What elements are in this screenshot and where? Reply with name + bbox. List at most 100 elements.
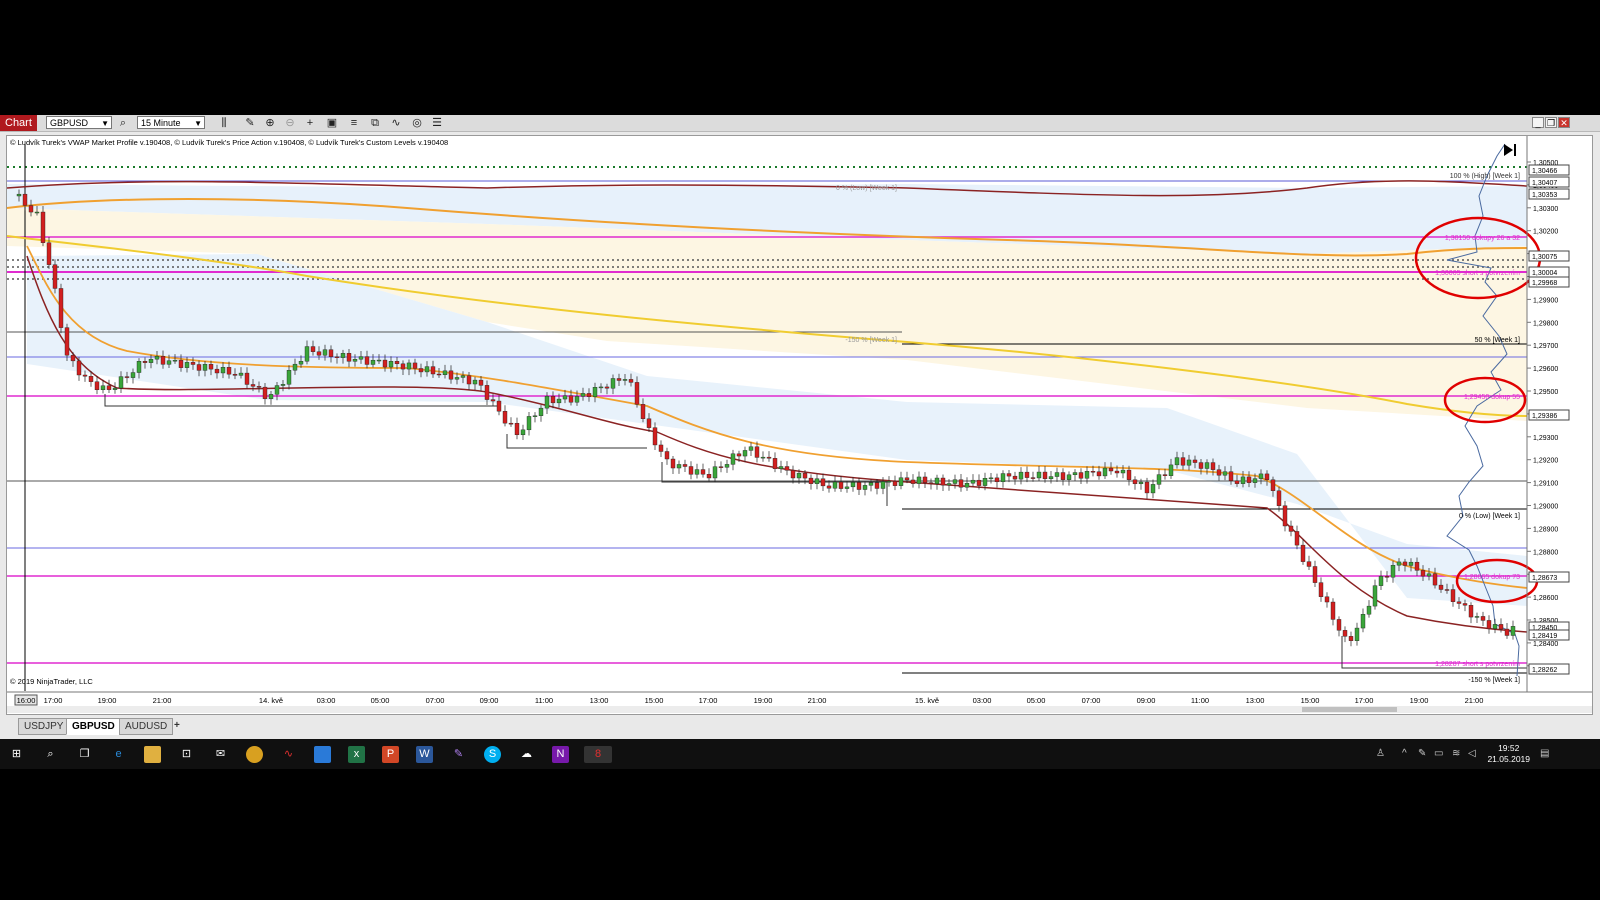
candlestick xyxy=(952,474,958,489)
wifi-icon[interactable]: ≋ xyxy=(1452,748,1460,759)
tray-chevron-icon[interactable]: ^ xyxy=(1402,748,1407,759)
price-tick-label: 1,29900 xyxy=(1533,297,1558,304)
scrollbar-thumb[interactable] xyxy=(1302,707,1397,712)
candlestick xyxy=(1354,622,1360,646)
mail-icon[interactable]: ✉ xyxy=(212,746,229,763)
candlestick xyxy=(1312,560,1318,587)
volume-icon[interactable]: ◁ xyxy=(1468,748,1476,759)
file-explorer-icon[interactable] xyxy=(144,746,161,763)
level-label-low-week: 0 % (Low) [Week 1] xyxy=(1459,513,1520,520)
candlestick xyxy=(940,474,946,492)
strategies-icon[interactable]: ⧉ xyxy=(368,116,382,130)
word-icon[interactable]: W xyxy=(416,746,433,763)
battery-icon[interactable]: ▭ xyxy=(1434,748,1443,759)
candlestick xyxy=(1024,466,1030,483)
people-icon[interactable]: ♙ xyxy=(1376,748,1385,759)
clock-time: 19:52 xyxy=(1498,743,1520,753)
restore-button[interactable]: ❐ xyxy=(1545,117,1557,128)
candlestick xyxy=(664,447,670,465)
candlestick xyxy=(1282,500,1288,532)
candlestick xyxy=(514,417,520,440)
candlestick xyxy=(1480,611,1486,626)
price-tick-label: 1,28400 xyxy=(1533,641,1558,648)
price-marker-label: 1,28419 xyxy=(1532,633,1557,640)
price-chart[interactable]: 100 % (High) [Week 1] 0 % (Low) [Week 1]… xyxy=(7,136,1592,714)
minimize-button[interactable]: _ xyxy=(1532,117,1544,128)
notifications-icon[interactable]: ▤ xyxy=(1540,748,1549,759)
refresh-icon[interactable]: ◎ xyxy=(410,116,424,130)
zoom-out-icon[interactable]: ⊖ xyxy=(283,116,297,130)
candlestick xyxy=(724,459,730,473)
draw-pencil-icon[interactable]: ✎ xyxy=(243,116,257,130)
price-tick-label: 1,28800 xyxy=(1533,549,1558,556)
add-tab-button[interactable]: + xyxy=(169,718,185,733)
time-axis-label: 19:00 xyxy=(1410,696,1429,705)
properties-icon[interactable]: ▣ xyxy=(325,116,339,130)
level-label-pink-low: 1,28665 dokup 73 xyxy=(1464,574,1520,581)
copyright-text: © 2019 NinjaTrader, LLC xyxy=(10,677,93,686)
indicators-icon[interactable]: ∿ xyxy=(389,116,403,130)
store-icon[interactable]: ⊡ xyxy=(178,746,195,763)
candlestick xyxy=(832,476,838,492)
skype-icon[interactable]: S xyxy=(484,746,501,763)
candlestick xyxy=(934,474,940,490)
level-label-pink-bottom: 1,28287 short s potvrzením xyxy=(1435,661,1520,668)
candlestick xyxy=(1072,469,1078,481)
bar-style-icon[interactable]: ⫼ xyxy=(217,116,231,130)
interval-value: 15 Minute xyxy=(141,118,181,128)
chart-panel[interactable]: 100 % (High) [Week 1] 0 % (Low) [Week 1]… xyxy=(6,135,1593,715)
candlestick xyxy=(706,468,712,482)
crosshair-icon[interactable]: + xyxy=(303,116,317,130)
candlestick xyxy=(1486,615,1492,634)
powerpoint-icon[interactable]: P xyxy=(382,746,399,763)
candlestick xyxy=(1018,467,1024,485)
task-view-icon[interactable]: ❐ xyxy=(76,746,93,763)
candlestick xyxy=(1468,602,1474,624)
time-axis-label: 07:00 xyxy=(1082,696,1101,705)
candlestick xyxy=(1078,468,1084,485)
pen-app-icon[interactable]: ✎ xyxy=(450,746,467,763)
candlestick xyxy=(1048,471,1054,484)
candlestick xyxy=(994,473,1000,488)
app-wave-icon[interactable]: ∿ xyxy=(280,746,297,763)
tab-usdjpy[interactable]: USDJPY xyxy=(18,718,70,735)
candlestick xyxy=(1294,525,1300,550)
tab-gbpusd[interactable]: GBPUSD xyxy=(66,718,121,735)
search-icon[interactable]: ⌕ xyxy=(116,116,130,130)
time-axis-label: 05:00 xyxy=(371,696,390,705)
list-icon[interactable]: ☰ xyxy=(430,116,444,130)
chart-title-tab[interactable]: Chart xyxy=(0,115,37,131)
instrument-selector[interactable]: GBPUSD ▼ xyxy=(46,116,112,129)
app-cloud-icon[interactable]: ☁ xyxy=(518,746,535,763)
price-marker-label: 1,30075 xyxy=(1532,254,1557,261)
time-axis-label: 11:00 xyxy=(535,696,553,705)
templates-icon[interactable]: ≡ xyxy=(347,116,361,130)
time-axis-label: 21:00 xyxy=(808,696,827,705)
close-button[interactable]: ✕ xyxy=(1558,117,1570,128)
price-marker-label: 1,28673 xyxy=(1532,575,1557,582)
time-axis-label: 15:00 xyxy=(645,696,664,705)
search-icon[interactable]: ⌕ xyxy=(42,746,59,763)
clock[interactable]: 19:52 21.05.2019 xyxy=(1487,743,1530,765)
pen-tray-icon[interactable]: ✎ xyxy=(1418,748,1426,759)
start-icon[interactable]: ⊞ xyxy=(8,746,25,763)
excel-icon[interactable]: x xyxy=(348,746,365,763)
scroll-to-end-icon[interactable] xyxy=(1504,144,1516,156)
candlestick xyxy=(778,460,784,473)
time-axis-label: 11:00 xyxy=(1191,696,1209,705)
chart-toolbar: Chart GBPUSD ▼ ⌕ 15 Minute ▼ ⫼ ✎ ⊕ ⊖ + ▣ ≡… xyxy=(0,115,1600,132)
time-axis-label: 17:00 xyxy=(1355,696,1374,705)
interval-selector[interactable]: 15 Minute ▼ xyxy=(137,116,205,129)
candlestick xyxy=(898,471,904,490)
ninjatrader-icon[interactable]: 8 xyxy=(584,746,612,763)
candlestick xyxy=(526,411,532,436)
candlestick xyxy=(520,424,526,440)
app-blue-icon[interactable] xyxy=(314,746,331,763)
chrome-icon[interactable] xyxy=(246,746,263,763)
edge-icon[interactable]: e xyxy=(110,746,127,763)
price-marker-label: 1,28262 xyxy=(1532,667,1557,674)
onenote-icon[interactable]: N xyxy=(552,746,569,763)
tab-audusd[interactable]: AUDUSD xyxy=(119,718,174,735)
candlestick xyxy=(1132,476,1138,490)
zoom-in-icon[interactable]: ⊕ xyxy=(263,116,277,130)
